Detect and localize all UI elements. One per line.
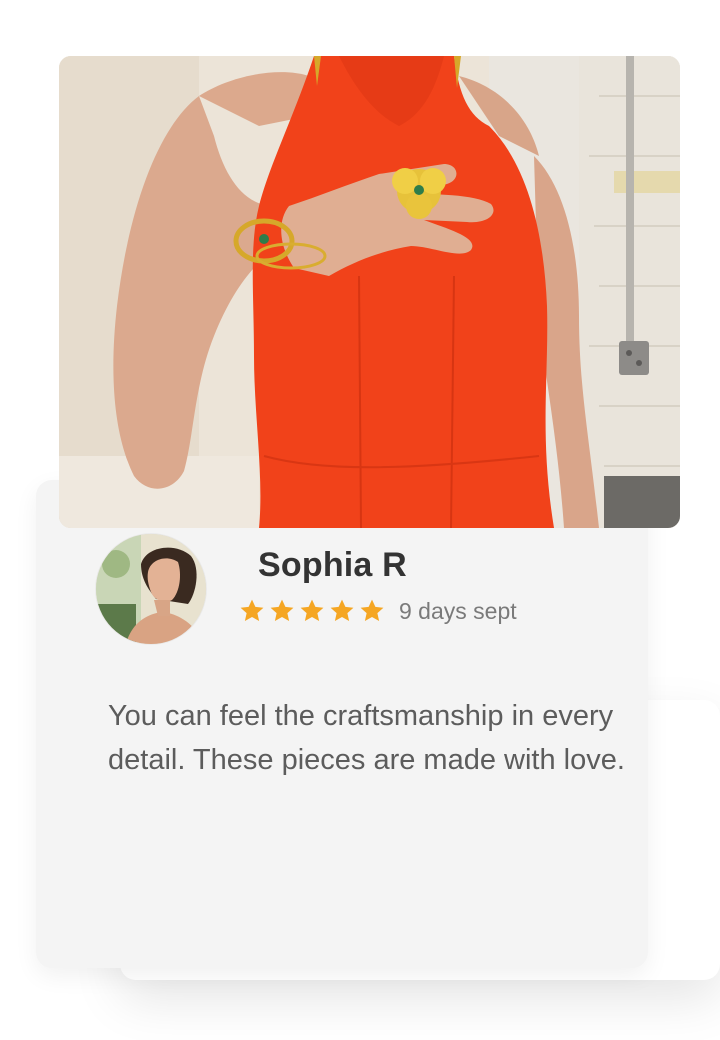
review-photo [59,56,680,528]
star-icon [330,599,354,622]
review-text: You can feel the craftsmanship in every … [108,700,625,776]
reviewer-name: Sophia R [258,546,407,584]
star-icon [360,599,384,622]
review-date: 9 days sept [399,598,517,624]
star-icon [240,599,264,622]
star-icon [300,599,324,622]
star-icon [270,599,294,622]
avatar [96,534,206,644]
star-rating [238,597,386,625]
